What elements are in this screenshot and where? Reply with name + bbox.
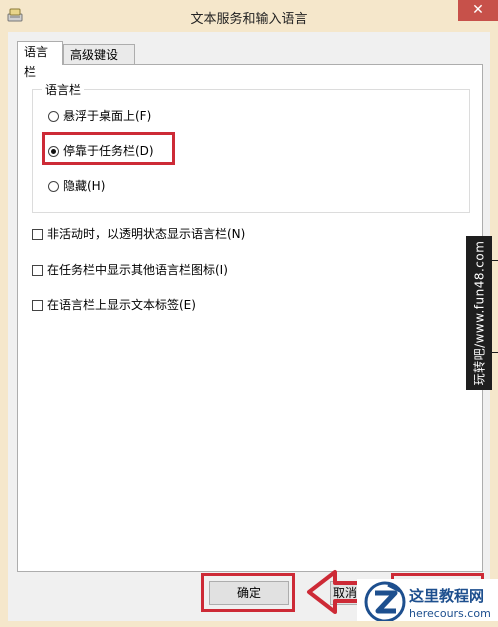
watermark-tick	[488, 352, 498, 353]
language-bar-group: 语言栏 悬浮于桌面上(F) 停靠于任务栏(D) 隐藏(H)	[32, 81, 470, 213]
radio-float-on-desktop[interactable]: 悬浮于桌面上(F)	[48, 108, 151, 124]
close-icon: ✕	[472, 2, 484, 18]
radio-dock-in-taskbar[interactable]: 停靠于任务栏(D)	[48, 143, 154, 159]
checkbox-show-text-labels[interactable]: 在语言栏上显示文本标签(E)	[32, 297, 196, 313]
radio-indicator[interactable]	[48, 181, 59, 192]
tab-language-bar[interactable]: 语言栏	[17, 41, 63, 79]
radio-label: 隐藏(H)	[63, 179, 106, 193]
checkbox-box[interactable]	[32, 265, 43, 276]
watermark-tick	[488, 260, 498, 261]
ok-button[interactable]: 确定	[209, 581, 289, 605]
site-badge: 这里教程网 herecours.com	[357, 579, 498, 627]
radio-hidden[interactable]: 隐藏(H)	[48, 178, 105, 194]
group-title: 语言栏	[42, 81, 85, 98]
window-title: 文本服务和输入语言	[190, 12, 308, 27]
dialog-window: 文本服务和输入语言 ✕ 语言栏 高级键设置 语言栏 悬浮于桌面上(F) 停靠于任…	[0, 0, 498, 627]
checkbox-box[interactable]	[32, 300, 43, 311]
window-border	[0, 621, 498, 627]
watermark-text: 玩转吧/www.fun48.com	[472, 240, 487, 386]
tab-advanced-key-settings[interactable]: 高级键设置	[63, 44, 135, 82]
radio-indicator-selected[interactable]	[48, 146, 59, 157]
checkbox-show-additional-icons[interactable]: 在任务栏中显示其他语言栏图标(I)	[32, 262, 228, 278]
checkbox-transparent-when-inactive[interactable]: 非活动时，以透明状态显示语言栏(N)	[32, 226, 245, 242]
site-logo-icon	[364, 581, 406, 623]
radio-label: 停靠于任务栏(D)	[63, 144, 154, 158]
title-bar[interactable]: 文本服务和输入语言 ✕	[0, 0, 498, 32]
checkbox-label: 在任务栏中显示其他语言栏图标(I)	[47, 263, 228, 277]
badge-title: 这里教程网	[409, 587, 485, 605]
tab-panel: 语言栏 悬浮于桌面上(F) 停靠于任务栏(D) 隐藏(H) 非活动时，以透明状态…	[17, 64, 483, 572]
dialog-client-area: 语言栏 高级键设置 语言栏 悬浮于桌面上(F) 停靠于任务栏(D) 隐藏(H) …	[8, 32, 490, 621]
radio-label: 悬浮于桌面上(F)	[63, 109, 152, 123]
checkbox-label: 在语言栏上显示文本标签(E)	[47, 298, 196, 312]
checkbox-box[interactable]	[32, 229, 43, 240]
badge-url: herecours.com	[409, 607, 491, 620]
radio-indicator[interactable]	[48, 111, 59, 122]
checkbox-label: 非活动时，以透明状态显示语言栏(N)	[47, 227, 246, 241]
close-button[interactable]: ✕	[458, 0, 498, 21]
